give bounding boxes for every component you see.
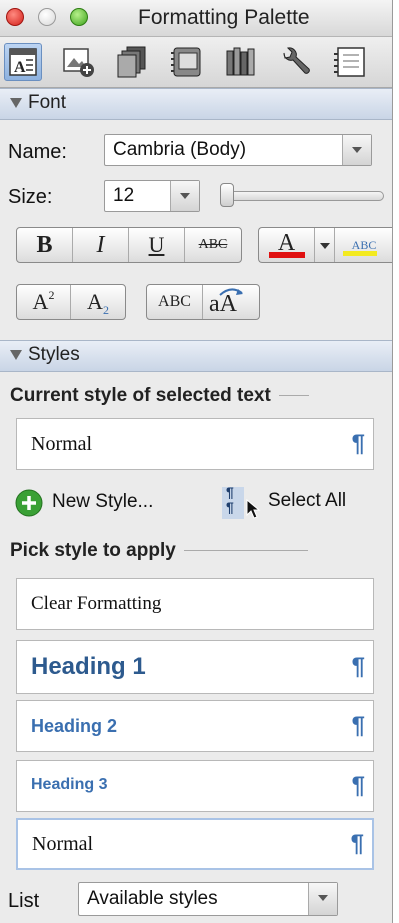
chevron-down-icon[interactable]	[342, 135, 371, 165]
text-style-button-group: B I U ABC	[16, 227, 242, 263]
script-button-group: A2 A2	[16, 284, 126, 320]
chevron-down-icon[interactable]	[308, 883, 337, 915]
strikethrough-button[interactable]: ABC	[185, 228, 241, 262]
svg-text:A: A	[14, 59, 26, 76]
underline-button[interactable]: U	[129, 228, 185, 262]
font-size-slider-track[interactable]	[222, 191, 384, 201]
cursor-arrow-icon	[246, 499, 261, 519]
object-palette-tab-icon[interactable]	[60, 43, 98, 81]
add-circle-icon	[15, 489, 43, 517]
palette-toolbar: A	[0, 37, 392, 88]
font-section-header[interactable]: Font	[0, 88, 392, 120]
font-size-slider-thumb[interactable]	[220, 183, 234, 207]
formatting-palette-window: Formatting Palette A Font Name: Cambria …	[0, 0, 393, 923]
styles-section-label: Styles	[28, 344, 80, 365]
pilcrow-icon: ¶	[351, 653, 365, 680]
notebook-icon[interactable]	[330, 43, 392, 81]
superscript-button[interactable]: A2	[17, 285, 71, 319]
wrench-icon[interactable]	[276, 43, 314, 81]
formatting-palette-tab-icon[interactable]: A	[4, 43, 42, 81]
list-label: List	[8, 890, 40, 912]
zoom-window-button[interactable]	[70, 8, 88, 26]
list-filter-combo[interactable]: Available styles	[78, 882, 338, 916]
pilcrow-stack-icon: ¶ ¶	[226, 484, 234, 515]
current-style-box: Normal ¶	[16, 418, 374, 470]
chevron-down-icon[interactable]	[170, 181, 199, 211]
style-heading-1: Heading 1	[31, 653, 146, 680]
close-window-button[interactable]	[6, 8, 24, 26]
list-filter-value: Available styles	[87, 888, 218, 909]
current-style-header: Current style of selected text	[10, 385, 309, 407]
small-caps-button[interactable]: ABC	[147, 285, 203, 319]
font-name-value: Cambria (Body)	[113, 139, 247, 160]
style-list-item[interactable]: Heading 3 ¶	[16, 760, 374, 812]
pick-style-header: Pick style to apply	[10, 540, 308, 562]
case-button-group: ABC aA	[146, 284, 260, 320]
new-style-button[interactable]: New Style...	[14, 488, 200, 518]
change-case-button[interactable]: aA	[203, 285, 259, 319]
style-list-item[interactable]: Heading 1 ¶	[16, 640, 374, 694]
style-list-item[interactable]: Clear Formatting	[16, 578, 374, 630]
chevron-down-icon	[320, 243, 330, 249]
style-normal: Normal	[32, 833, 94, 855]
minimize-window-button[interactable]	[38, 8, 56, 26]
highlight-button[interactable]: ABC	[335, 228, 392, 262]
italic-button[interactable]: I	[73, 228, 129, 262]
font-section-label: Font	[28, 92, 67, 113]
font-color-button[interactable]: A	[259, 228, 315, 262]
font-size-combo[interactable]: 12	[104, 180, 200, 212]
divider	[183, 550, 308, 552]
style-heading-3: Heading 3	[31, 776, 108, 793]
pilcrow-icon: ¶	[351, 712, 365, 739]
bold-button[interactable]: B	[17, 228, 73, 262]
title-bar: Formatting Palette	[0, 0, 392, 37]
pilcrow-icon: ¶	[351, 772, 365, 799]
styles-section-header[interactable]: Styles	[0, 340, 392, 372]
font-size-value: 12	[113, 185, 135, 206]
style-clear-formatting: Clear Formatting	[31, 593, 162, 614]
highlight-swatch	[343, 251, 377, 256]
scrapbook-icon[interactable]	[168, 43, 206, 81]
font-name-label: Name:	[8, 141, 67, 163]
window-title: Formatting Palette	[138, 6, 310, 29]
pilcrow-icon: ¶	[351, 430, 365, 457]
select-all-button[interactable]: ¶ ¶ Select All	[222, 485, 372, 521]
style-list-item[interactable]: Heading 2 ¶	[16, 700, 374, 752]
font-size-label: Size:	[8, 186, 53, 208]
style-heading-2: Heading 2	[31, 716, 118, 736]
divider	[278, 395, 309, 397]
pilcrow-icon: ¶	[350, 830, 364, 857]
toolbox-copy-icon[interactable]	[114, 43, 152, 81]
font-color-dropdown[interactable]	[315, 228, 335, 262]
color-button-group: A ABC	[258, 227, 392, 263]
disclosure-triangle-icon	[10, 98, 22, 108]
disclosure-triangle-icon	[10, 350, 22, 360]
font-color-swatch	[269, 252, 305, 258]
subscript-button[interactable]: A2	[71, 285, 125, 319]
reference-tools-icon[interactable]	[222, 43, 260, 81]
style-list-item[interactable]: Normal ¶	[16, 818, 374, 870]
font-name-combo[interactable]: Cambria (Body)	[104, 134, 372, 166]
current-style-value: Normal	[31, 433, 93, 455]
